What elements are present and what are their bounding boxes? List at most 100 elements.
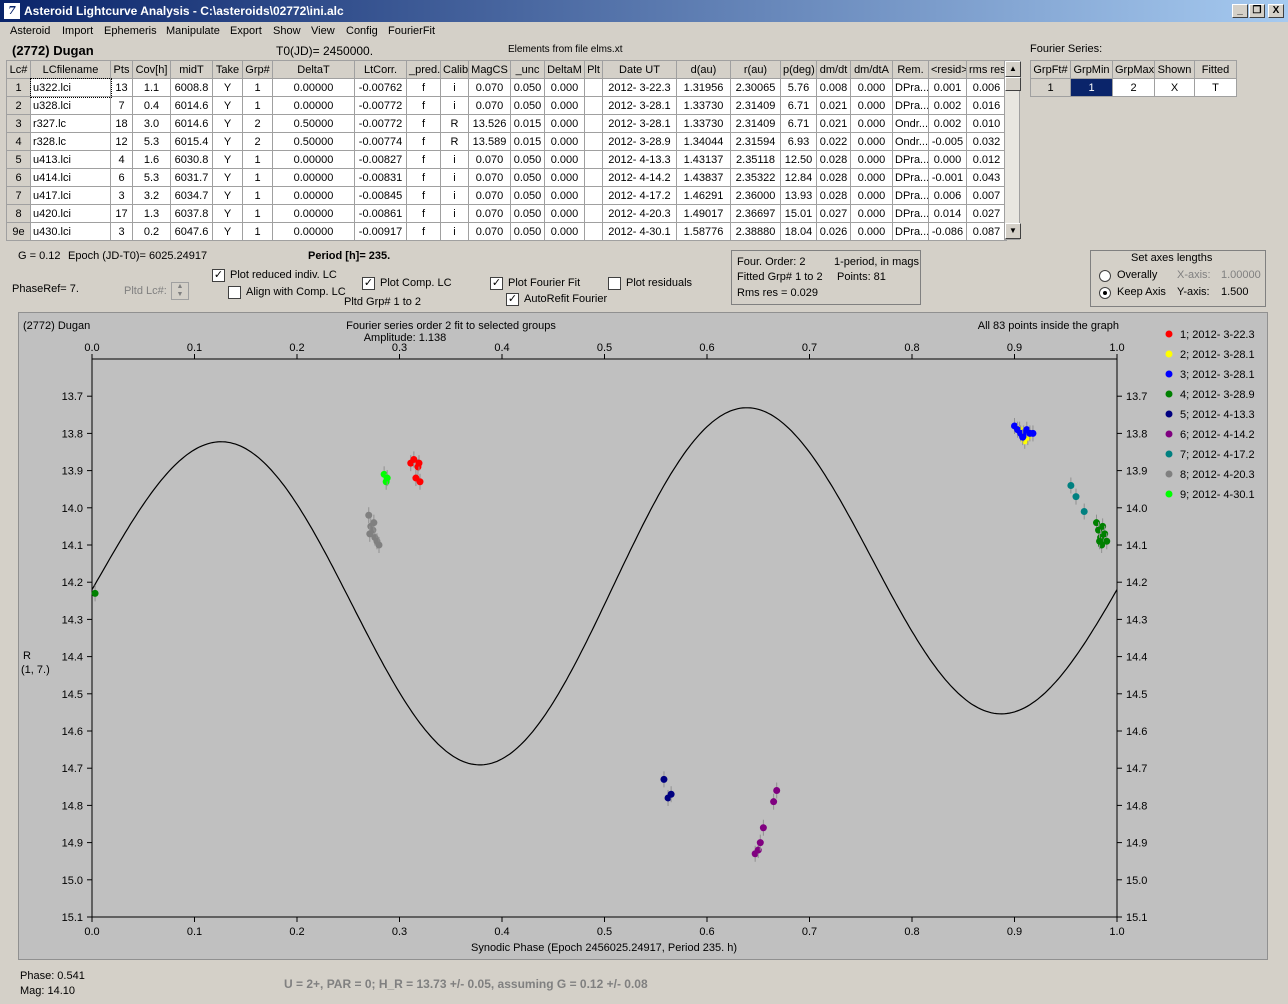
table-cell[interactable]: 2012- 4-14.2 [602, 168, 677, 187]
table-cell[interactable]: 0.000 [850, 96, 893, 115]
table-cell[interactable]: i [440, 222, 469, 241]
table-cell[interactable]: 0.022 [816, 132, 851, 151]
table-cell[interactable]: 12.84 [780, 168, 817, 187]
table-scrollbar[interactable]: ▲ ▼ [1004, 60, 1021, 240]
table-cell[interactable]: 6014.6 [170, 96, 213, 115]
table-cell[interactable]: 0.000 [850, 186, 893, 205]
table-cell[interactable]: DPra... [892, 168, 929, 187]
table-cell[interactable]: 2.35322 [730, 168, 781, 187]
table-cell[interactable]: 2.35118 [730, 150, 781, 169]
table-cell[interactable]: 12 [110, 132, 133, 151]
table-cell[interactable]: 0.4 [132, 96, 171, 115]
table-cell[interactable]: 1.43137 [676, 150, 731, 169]
table-cell[interactable]: 0.014 [928, 204, 967, 223]
table-cell[interactable]: 1.34044 [676, 132, 731, 151]
column-header[interactable]: <resid> [928, 60, 967, 79]
table-cell[interactable] [584, 186, 603, 205]
table-cell[interactable]: 2.30065 [730, 78, 781, 97]
column-header[interactable]: Take [212, 60, 243, 79]
table-cell[interactable]: 6031.7 [170, 168, 213, 187]
table-cell[interactable]: 0.000 [850, 222, 893, 241]
table-cell[interactable]: 18 [110, 114, 133, 133]
table-cell[interactable]: 0.032 [966, 132, 1007, 151]
table-cell[interactable] [584, 96, 603, 115]
table-cell[interactable]: 0.050 [510, 168, 545, 187]
pltd-lc-spinner[interactable]: ▲ ▼ [171, 282, 189, 300]
table-cell[interactable]: 0.000 [850, 114, 893, 133]
table-cell[interactable]: 0.000 [544, 78, 585, 97]
table-cell[interactable]: 2012- 4-20.3 [602, 204, 677, 223]
fs-grpmax-cell[interactable]: 2 [1112, 78, 1155, 97]
table-cell[interactable]: i [440, 96, 469, 115]
table-cell[interactable]: Y [212, 222, 243, 241]
table-cell[interactable]: 6.93 [780, 132, 817, 151]
table-cell[interactable]: 1.43837 [676, 168, 731, 187]
table-cell[interactable]: 6.71 [780, 114, 817, 133]
table-cell[interactable]: Y [212, 186, 243, 205]
table-cell[interactable]: DPra... [892, 150, 929, 169]
table-cell[interactable]: 0.015 [510, 114, 545, 133]
column-header[interactable]: LtCorr. [354, 60, 407, 79]
table-cell[interactable]: 0.010 [966, 114, 1007, 133]
column-header[interactable]: dm/dt [816, 60, 851, 79]
table-cell[interactable]: i [440, 168, 469, 187]
table-cell[interactable]: 17 [110, 204, 133, 223]
table-cell[interactable] [584, 114, 603, 133]
table-cell[interactable]: 0.000 [850, 78, 893, 97]
table-cell[interactable]: 6015.4 [170, 132, 213, 151]
table-cell[interactable]: 0.028 [816, 150, 851, 169]
menu-show[interactable]: Show [273, 25, 301, 37]
table-cell[interactable]: 1 [242, 150, 273, 169]
table-cell[interactable]: i [440, 78, 469, 97]
table-cell[interactable]: 3 [110, 186, 133, 205]
column-header[interactable]: rms res [966, 60, 1007, 79]
column-header[interactable]: Rem. [892, 60, 929, 79]
row-number[interactable]: 4 [6, 132, 31, 151]
table-cell[interactable]: 1.6 [132, 150, 171, 169]
table-cell[interactable]: i [440, 204, 469, 223]
table-cell[interactable]: f [406, 186, 441, 205]
row-number[interactable]: 5 [6, 150, 31, 169]
x-axis-value[interactable]: 1.00000 [1221, 269, 1261, 281]
restore-button[interactable]: ❐ [1249, 4, 1265, 18]
table-row[interactable]: 9e u430.lci 3 0.2 6047.6 Y 1 0.00000 -0.00917 f i 0… [6, 222, 1007, 241]
column-header[interactable]: DeltaM [544, 60, 585, 79]
table-cell[interactable]: 1 [242, 96, 273, 115]
table-cell[interactable]: 2.38880 [730, 222, 781, 241]
table-cell[interactable]: 0.000 [544, 96, 585, 115]
table-cell[interactable] [584, 150, 603, 169]
table-cell[interactable]: 1.58776 [676, 222, 731, 241]
table-cell[interactable]: 0.050 [510, 150, 545, 169]
table-cell[interactable]: 6 [110, 168, 133, 187]
menu-manipulate[interactable]: Manipulate [166, 25, 220, 37]
table-cell[interactable]: DPra... [892, 222, 929, 241]
table-cell[interactable] [584, 168, 603, 187]
plot-comp-checkbox[interactable]: ✓ [362, 277, 375, 290]
table-cell[interactable]: 0.000 [850, 132, 893, 151]
table-cell[interactable]: 13.93 [780, 186, 817, 205]
table-cell[interactable]: DPra... [892, 186, 929, 205]
lightcurve-plot-panel[interactable]: (2772) Dugan Fourier series order 2 fit t… [18, 312, 1268, 960]
table-cell[interactable]: 0.007 [966, 186, 1007, 205]
table-cell[interactable]: 1 [242, 204, 273, 223]
table-cell[interactable]: 0.008 [816, 78, 851, 97]
table-cell[interactable]: 1.33730 [676, 114, 731, 133]
table-cell[interactable]: 0.028 [816, 168, 851, 187]
fs-grpft-cell[interactable]: 1 [1030, 78, 1071, 97]
table-cell[interactable]: f [406, 222, 441, 241]
table-cell[interactable]: 2012- 3-28.9 [602, 132, 677, 151]
table-cell[interactable]: 6030.8 [170, 150, 213, 169]
table-cell[interactable]: 1 [242, 186, 273, 205]
table-cell[interactable]: -0.086 [928, 222, 967, 241]
table-cell[interactable]: 0.000 [544, 168, 585, 187]
table-cell[interactable]: Y [212, 150, 243, 169]
row-number[interactable]: 1 [6, 78, 31, 97]
table-cell[interactable]: -0.001 [928, 168, 967, 187]
autorefit-checkbox[interactable]: ✓ [506, 293, 519, 306]
lightcurve-chart[interactable]: (2772) Dugan Fourier series order 2 fit t… [19, 313, 1269, 961]
table-cell[interactable]: i [440, 150, 469, 169]
menu-asteroid[interactable]: Asteroid [10, 25, 50, 37]
table-cell[interactable]: 1.49017 [676, 204, 731, 223]
column-header[interactable]: d(au) [676, 60, 731, 79]
table-cell[interactable]: R [440, 114, 469, 133]
